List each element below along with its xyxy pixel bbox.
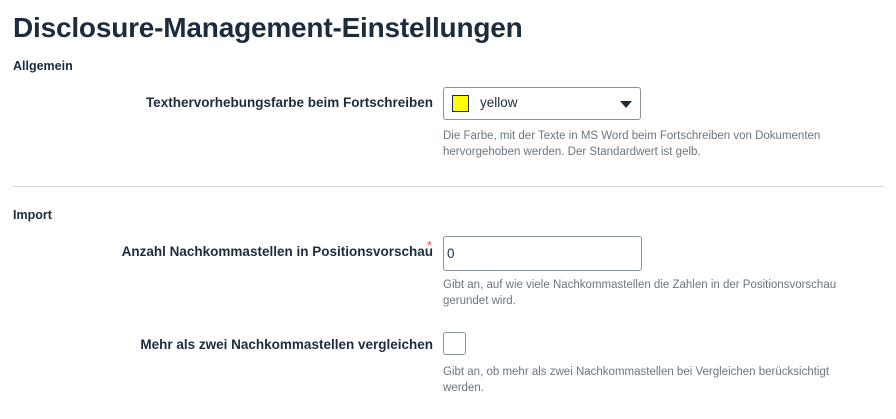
color-swatch	[452, 95, 469, 112]
section-heading-general: Allgemein	[13, 59, 73, 73]
section-divider	[13, 186, 884, 187]
section-heading-import: Import	[13, 208, 52, 222]
highlight-color-help: Die Farbe, mit der Texte in MS Word beim…	[443, 130, 821, 158]
compare-decimals-checkbox[interactable]	[443, 332, 466, 355]
decimal-places-help: Gibt an, auf wie viele Nachkommastellen …	[443, 279, 837, 307]
decimal-places-label: Anzahl Nachkommastellen in Positionsvors…	[121, 244, 433, 259]
highlight-color-label: Texthervorhebungsfarbe beim Fortschreibe…	[145, 95, 433, 110]
highlight-color-select[interactable]: yellow	[443, 87, 641, 120]
required-indicator: *	[427, 238, 433, 253]
compare-decimals-label: Mehr als zwei Nachkommastellen vergleich…	[140, 337, 433, 352]
chevron-down-icon	[620, 101, 632, 108]
compare-decimals-help: Gibt an, ob mehr als zwei Nachkommastell…	[443, 366, 830, 394]
decimal-places-input[interactable]	[443, 236, 642, 271]
page-title: Disclosure-Management-Einstellungen	[13, 12, 523, 43]
highlight-color-selected-value: yellow	[480, 95, 518, 110]
